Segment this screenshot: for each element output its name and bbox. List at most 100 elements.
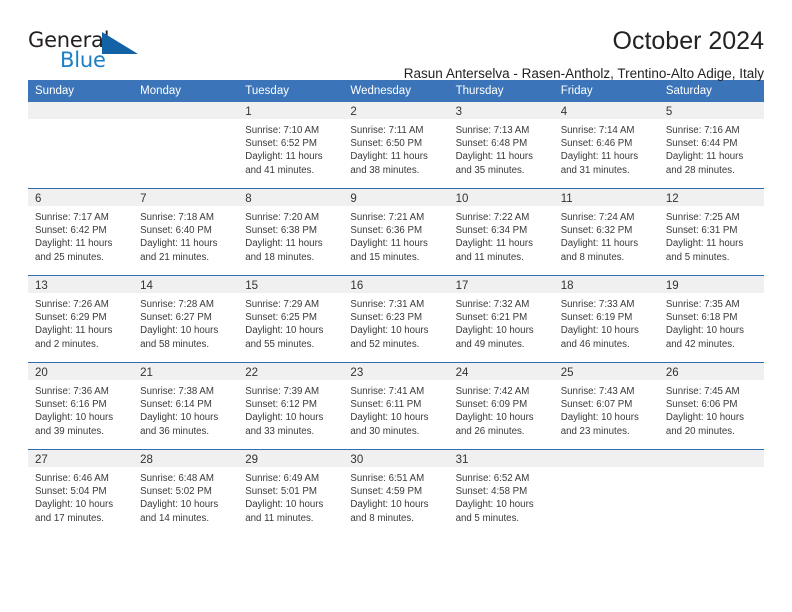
day-cell-body: Sunrise: 7:21 AM Sunset: 6:36 PM Daylight:… (343, 206, 448, 264)
day-number: 22 (245, 367, 259, 379)
day-number-band: 20 (28, 363, 134, 380)
day-detail-line: Sunrise: 7:32 AM (455, 299, 530, 310)
day-number: 24 (455, 367, 469, 379)
day-cell-empty (133, 102, 239, 188)
day-detail-line: Sunrise: 6:51 AM (350, 473, 425, 484)
day-detail-line: Daylight: 10 hours (455, 499, 534, 511)
day-cell-29[interactable]: 29 Sunrise: 6:49 AM Sunset: 5:01 PM Dayligh… (238, 450, 344, 536)
day-cell-30[interactable]: 30 Sunrise: 6:51 AM Sunset: 4:59 PM Dayligh… (343, 450, 449, 536)
day-cell-11[interactable]: 11 Sunrise: 7:24 AM Sunset: 6:32 PM Dayligh… (553, 189, 659, 275)
day-detail-line: Sunset: 6:23 PM (350, 312, 423, 324)
day-cell-13[interactable]: 13 Sunrise: 7:26 AM Sunset: 6:29 PM Dayligh… (28, 276, 134, 362)
day-detail-line: Sunrise: 7:29 AM (245, 299, 320, 310)
day-cell-31[interactable]: 31 Sunrise: 6:52 AM Sunset: 4:58 PM Dayligh… (448, 450, 554, 536)
day-cell-body: Sunrise: 6:52 AM Sunset: 4:58 PM Daylight:… (449, 467, 554, 525)
day-cell-12[interactable]: 12 Sunrise: 7:25 AM Sunset: 6:31 PM Dayligh… (658, 189, 764, 275)
day-number-band: 2 (343, 102, 449, 119)
day-detail-line: Daylight: 10 hours (140, 499, 219, 511)
day-detail-line: Sunset: 4:58 PM (455, 486, 528, 498)
day-detail-line: and 33 minutes. (245, 425, 315, 437)
day-number: 7 (140, 193, 147, 205)
day-number-band: 21 (133, 363, 239, 380)
day-cell-25[interactable]: 25 Sunrise: 7:43 AM Sunset: 6:07 PM Dayligh… (553, 363, 659, 449)
day-detail-line: Sunset: 6:18 PM (665, 312, 738, 324)
day-cell-20[interactable]: 20 Sunrise: 7:36 AM Sunset: 6:16 PM Dayligh… (28, 363, 134, 449)
day-cell-23[interactable]: 23 Sunrise: 7:41 AM Sunset: 6:11 PM Dayligh… (343, 363, 449, 449)
day-detail-line: and 25 minutes. (35, 251, 104, 263)
day-detail-line: Daylight: 11 hours (455, 238, 533, 250)
day-cell-24[interactable]: 24 Sunrise: 7:42 AM Sunset: 6:09 PM Dayligh… (448, 363, 554, 449)
day-detail-line: Daylight: 11 hours (35, 325, 113, 337)
day-detail-line: Sunset: 6:32 PM (560, 225, 633, 237)
day-cell-28[interactable]: 28 Sunrise: 6:48 AM Sunset: 5:02 PM Dayligh… (133, 450, 239, 536)
day-detail-line: and 17 minutes. (35, 512, 104, 524)
day-cell-10[interactable]: 10 Sunrise: 7:22 AM Sunset: 6:34 PM Dayligh… (448, 189, 554, 275)
day-detail-line: Sunrise: 7:41 AM (350, 386, 425, 397)
calendar-weeks: 1 Sunrise: 7:10 AM Sunset: 6:52 PM Daylight… (28, 102, 764, 536)
day-detail-line: Sunset: 6:42 PM (35, 225, 107, 237)
logo-text-blue: Blue (60, 48, 106, 72)
day-detail-line: Daylight: 11 hours (35, 238, 113, 250)
day-cell-9[interactable]: 9 Sunrise: 7:21 AM Sunset: 6:36 PM Daylight… (343, 189, 449, 275)
day-detail-line: Daylight: 10 hours (455, 412, 534, 424)
day-detail-line: Sunrise: 6:52 AM (455, 473, 530, 484)
day-cell-15[interactable]: 15 Sunrise: 7:29 AM Sunset: 6:25 PM Dayligh… (238, 276, 344, 362)
day-detail-line: Sunrise: 7:11 AM (350, 125, 424, 136)
day-cell-26[interactable]: 26 Sunrise: 7:45 AM Sunset: 6:06 PM Dayligh… (658, 363, 764, 449)
day-number: 27 (35, 454, 48, 466)
day-number: 13 (35, 280, 48, 292)
day-cell-8[interactable]: 8 Sunrise: 7:20 AM Sunset: 6:38 PM Daylight… (238, 189, 344, 275)
day-detail-line: Daylight: 11 hours (665, 238, 744, 250)
day-number-band: 9 (343, 189, 449, 206)
day-detail-line: Sunrise: 6:49 AM (245, 473, 320, 484)
day-cell-4[interactable]: 4 Sunrise: 7:14 AM Sunset: 6:46 PM Daylight… (553, 102, 659, 188)
calendar-grid: Sunday Monday Tuesday Wednesday Thursday Frid… (28, 80, 764, 536)
day-header-thursday: Thursday (455, 85, 504, 97)
day-cell-14[interactable]: 14 Sunrise: 7:28 AM Sunset: 6:27 PM Dayligh… (133, 276, 239, 362)
day-cell-22[interactable]: 22 Sunrise: 7:39 AM Sunset: 6:12 PM Dayligh… (238, 363, 344, 449)
day-cell-16[interactable]: 16 Sunrise: 7:31 AM Sunset: 6:23 PM Dayligh… (343, 276, 449, 362)
day-detail-line: Daylight: 10 hours (140, 412, 219, 424)
day-detail-line: Sunrise: 7:22 AM (455, 212, 530, 223)
day-cell-27[interactable]: 27 Sunrise: 6:46 AM Sunset: 5:04 PM Dayligh… (28, 450, 134, 536)
day-detail-line: Sunset: 6:38 PM (245, 225, 317, 237)
day-number: 23 (350, 367, 364, 379)
day-detail-line: Daylight: 11 hours (350, 238, 428, 250)
day-detail-line: Sunrise: 7:21 AM (350, 212, 425, 223)
day-cell-5[interactable]: 5 Sunrise: 7:16 AM Sunset: 6:44 PM Daylight… (658, 102, 764, 188)
day-cell-1[interactable]: 1 Sunrise: 7:10 AM Sunset: 6:52 PM Daylight… (238, 102, 344, 188)
day-cell-body: Sunrise: 6:49 AM Sunset: 5:01 PM Daylight:… (238, 467, 343, 525)
day-cell-body: Sunrise: 7:28 AM Sunset: 6:27 PM Daylight:… (133, 293, 238, 351)
day-detail-line: Sunrise: 7:10 AM (245, 125, 320, 136)
day-detail-line: Sunrise: 7:24 AM (560, 212, 635, 223)
day-cell-body: Sunrise: 7:17 AM Sunset: 6:42 PM Daylight:… (28, 206, 133, 264)
day-cell-body: Sunrise: 7:31 AM Sunset: 6:23 PM Daylight:… (343, 293, 448, 351)
day-detail-line: and 41 minutes. (245, 164, 315, 176)
day-cell-body: Sunrise: 7:42 AM Sunset: 6:09 PM Daylight:… (449, 380, 554, 438)
day-detail-line: and 21 minutes. (140, 251, 210, 263)
day-number-band: 3 (448, 102, 554, 119)
day-cell-21[interactable]: 21 Sunrise: 7:38 AM Sunset: 6:14 PM Dayligh… (133, 363, 239, 449)
day-cell-body (133, 119, 238, 124)
day-cell-body: Sunrise: 7:33 AM Sunset: 6:19 PM Daylight:… (554, 293, 659, 351)
day-cell-19[interactable]: 19 Sunrise: 7:35 AM Sunset: 6:18 PM Dayligh… (658, 276, 764, 362)
day-cell-body: Sunrise: 6:51 AM Sunset: 4:59 PM Daylight:… (343, 467, 448, 525)
day-detail-line: and 8 minutes. (560, 251, 625, 263)
day-cell-7[interactable]: 7 Sunrise: 7:18 AM Sunset: 6:40 PM Daylight… (133, 189, 239, 275)
day-detail-line: Daylight: 10 hours (35, 499, 114, 511)
day-cell-17[interactable]: 17 Sunrise: 7:32 AM Sunset: 6:21 PM Dayligh… (448, 276, 554, 362)
day-cell-3[interactable]: 3 Sunrise: 7:13 AM Sunset: 6:48 PM Daylight… (448, 102, 554, 188)
day-number: 5 (665, 106, 673, 118)
day-detail-line: Daylight: 10 hours (665, 325, 744, 337)
day-detail-line: Daylight: 10 hours (350, 412, 429, 424)
day-number-band: 28 (133, 450, 239, 467)
day-detail-line: Sunrise: 7:14 AM (560, 125, 635, 136)
day-detail-line: Sunset: 5:02 PM (140, 486, 212, 498)
day-detail-line: and 55 minutes. (245, 338, 315, 350)
day-cell-2[interactable]: 2 Sunrise: 7:11 AM Sunset: 6:50 PM Daylight… (343, 102, 449, 188)
general-blue-logo[interactable]: General Blue (28, 26, 146, 72)
day-cell-6[interactable]: 6 Sunrise: 7:17 AM Sunset: 6:42 PM Daylight… (28, 189, 134, 275)
day-detail-line: Daylight: 10 hours (35, 412, 114, 424)
day-number-band: 25 (553, 363, 659, 380)
day-cell-18[interactable]: 18 Sunrise: 7:33 AM Sunset: 6:19 PM Dayligh… (553, 276, 659, 362)
